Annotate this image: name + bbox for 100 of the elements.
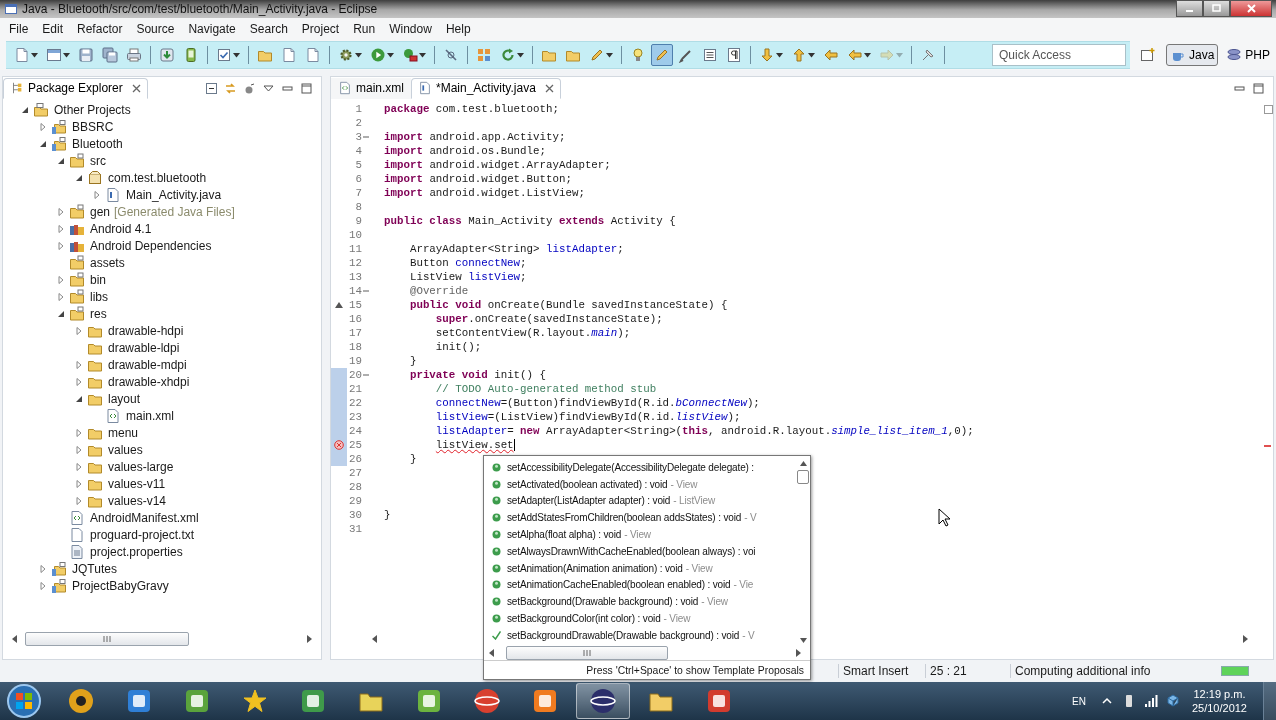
project-folder-icon [51,577,67,594]
arrow-left-icon [847,47,863,63]
menubar-item[interactable]: Project [294,20,347,38]
menubar-item[interactable]: Help [438,20,478,38]
line-number: 5 [354,159,362,171]
tree-item[interactable]: project.properties [3,543,321,560]
editor-tab[interactable]: main.xml [331,77,411,99]
proposal-item[interactable]: setAccessibilityDelegate(AccessibilityDelegate delegate) : [484,459,796,476]
tree-item[interactable]: res [3,305,321,322]
toolbar-button[interactable] [99,44,121,66]
check-mark-icon [492,630,501,640]
document-icon [338,81,352,95]
clock-date: 25/10/2012 [1191,701,1247,715]
tree-item[interactable]: menu [3,424,321,441]
proposal-item[interactable]: setBackground(Drawable background) : void - View [484,593,796,611]
caret-icon [808,52,815,58]
insert-mode: Smart Insert [838,664,925,678]
proposal-item[interactable]: setAddStatesFromChildren(boolean addsStates) : void - V [484,509,796,527]
menubar-item[interactable]: Source [129,20,182,38]
proposal-item[interactable]: setBackgroundDrawable(Drawable background) : void - V [484,626,796,644]
document-icon [105,186,121,203]
pencil-icon [589,47,605,63]
pen-icon [678,47,694,63]
tree-item[interactable]: values-v14 [3,492,321,509]
code-line: } [384,508,391,522]
tree-item[interactable]: libs [3,288,321,305]
tree-item[interactable]: assets [3,254,321,271]
tree-item[interactable]: Other Projects [3,101,321,118]
tree-item[interactable]: JQTutes [3,560,321,577]
tree-item[interactable]: values-v11 [3,475,321,492]
perspective-button[interactable]: PHP [1222,44,1275,66]
tree-item[interactable]: Bluetooth [3,135,321,152]
tree-item[interactable]: layout [3,390,321,407]
menubar-item[interactable]: Navigate [181,20,243,38]
editor-tab[interactable]: *Main_Activity.java [411,77,561,99]
arrow-up-icon [791,47,807,63]
grip-icon [103,636,111,642]
method-dot-icon [492,479,501,489]
tree-item[interactable]: drawable-ldpi [3,339,321,356]
tree-item[interactable]: src [3,152,321,169]
caret-icon [31,52,38,58]
tree-item[interactable]: com.test.bluetooth [3,169,321,186]
scroll-left-icon [371,635,379,643]
proposal-item[interactable]: setBackgroundColor(int color) : void - View [484,610,796,627]
method-dot-icon [492,563,501,573]
line-number: 23 [348,411,362,423]
tree-item[interactable]: main.xml [3,407,321,424]
view-tab[interactable]: Package Explorer [3,77,148,99]
close-button[interactable] [1230,0,1272,17]
tree-item[interactable]: proguard-project.txt [3,526,321,543]
tree-item[interactable]: Android 4.1 [3,220,321,237]
method-dot-icon [492,580,501,590]
folder-icon [69,203,85,220]
proposal-item[interactable]: setAdapter(ListAdapter adapter) : void - ListView [484,492,796,510]
tree-item[interactable]: BBSRC [3,118,321,135]
document-icon [105,407,121,424]
proposal-item[interactable]: setActivated(boolean activated) : void - View [484,475,796,493]
proposal-item[interactable]: setAnimation(Animation animation) : void - View [484,559,796,577]
tree-item[interactable]: drawable-xhdpi [3,373,321,390]
tree-item[interactable]: Android Dependencies [3,237,321,254]
tree-item[interactable]: gen [Generated Java Files] [3,203,321,220]
menubar-item[interactable]: Run [346,20,383,38]
caret-icon [864,52,871,58]
language-indicator[interactable]: EN [1072,695,1086,707]
menubar-item[interactable]: Window [382,20,439,38]
collapse-all-icon [205,81,218,95]
close-icon [1245,4,1257,13]
tree-item[interactable]: values [3,441,321,458]
tree-item[interactable]: values-large [3,458,321,475]
code-line: super.onCreate(savedInstanceState); [434,312,663,326]
project-folder-icon [51,135,67,152]
tree-item[interactable]: drawable-hdpi [3,322,321,339]
tree-item[interactable]: AndroidManifest.xml [3,509,321,526]
scrollbar-thumb[interactable] [25,632,189,646]
quick-access-field[interactable]: Quick Access [992,44,1126,66]
maximize-icon [1252,81,1265,95]
play-icon [370,47,386,63]
menubar-item[interactable]: Edit [35,20,71,38]
pilcrow-icon [726,47,742,63]
proposal-item[interactable]: setAlpha(float alpha) : void - View [484,526,796,543]
scrollbar-thumb[interactable] [506,646,668,660]
document-icon [69,543,85,560]
perspective-button[interactable]: Java [1166,44,1219,66]
document-icon [281,47,297,63]
proposal-item[interactable]: setAlwaysDrawnWithCacheEnabled(boolean always) : voi [484,543,796,560]
minimize-button[interactable] [1176,0,1203,17]
tree-item[interactable]: ProjectBabyGravy [3,577,321,594]
menubar-item[interactable]: Search [242,20,295,38]
tree-item[interactable]: Main_Activity.java [3,186,321,203]
line-number: 9 [354,215,362,227]
taskbar-button[interactable] [576,683,630,719]
maximize-button[interactable] [1203,0,1230,17]
proposal-item[interactable]: setAnimationCacheEnabled(boolean enabled) : void - Vie [484,576,796,594]
scrollbar-thumb[interactable] [797,470,809,484]
tree-item[interactable]: bin [3,271,321,288]
tree-item[interactable]: drawable-mdpi [3,356,321,373]
line-number: 19 [348,355,362,367]
menubar-item[interactable]: File [2,20,36,38]
grid-icon [476,47,492,63]
menubar-item[interactable]: Refactor [70,20,130,38]
